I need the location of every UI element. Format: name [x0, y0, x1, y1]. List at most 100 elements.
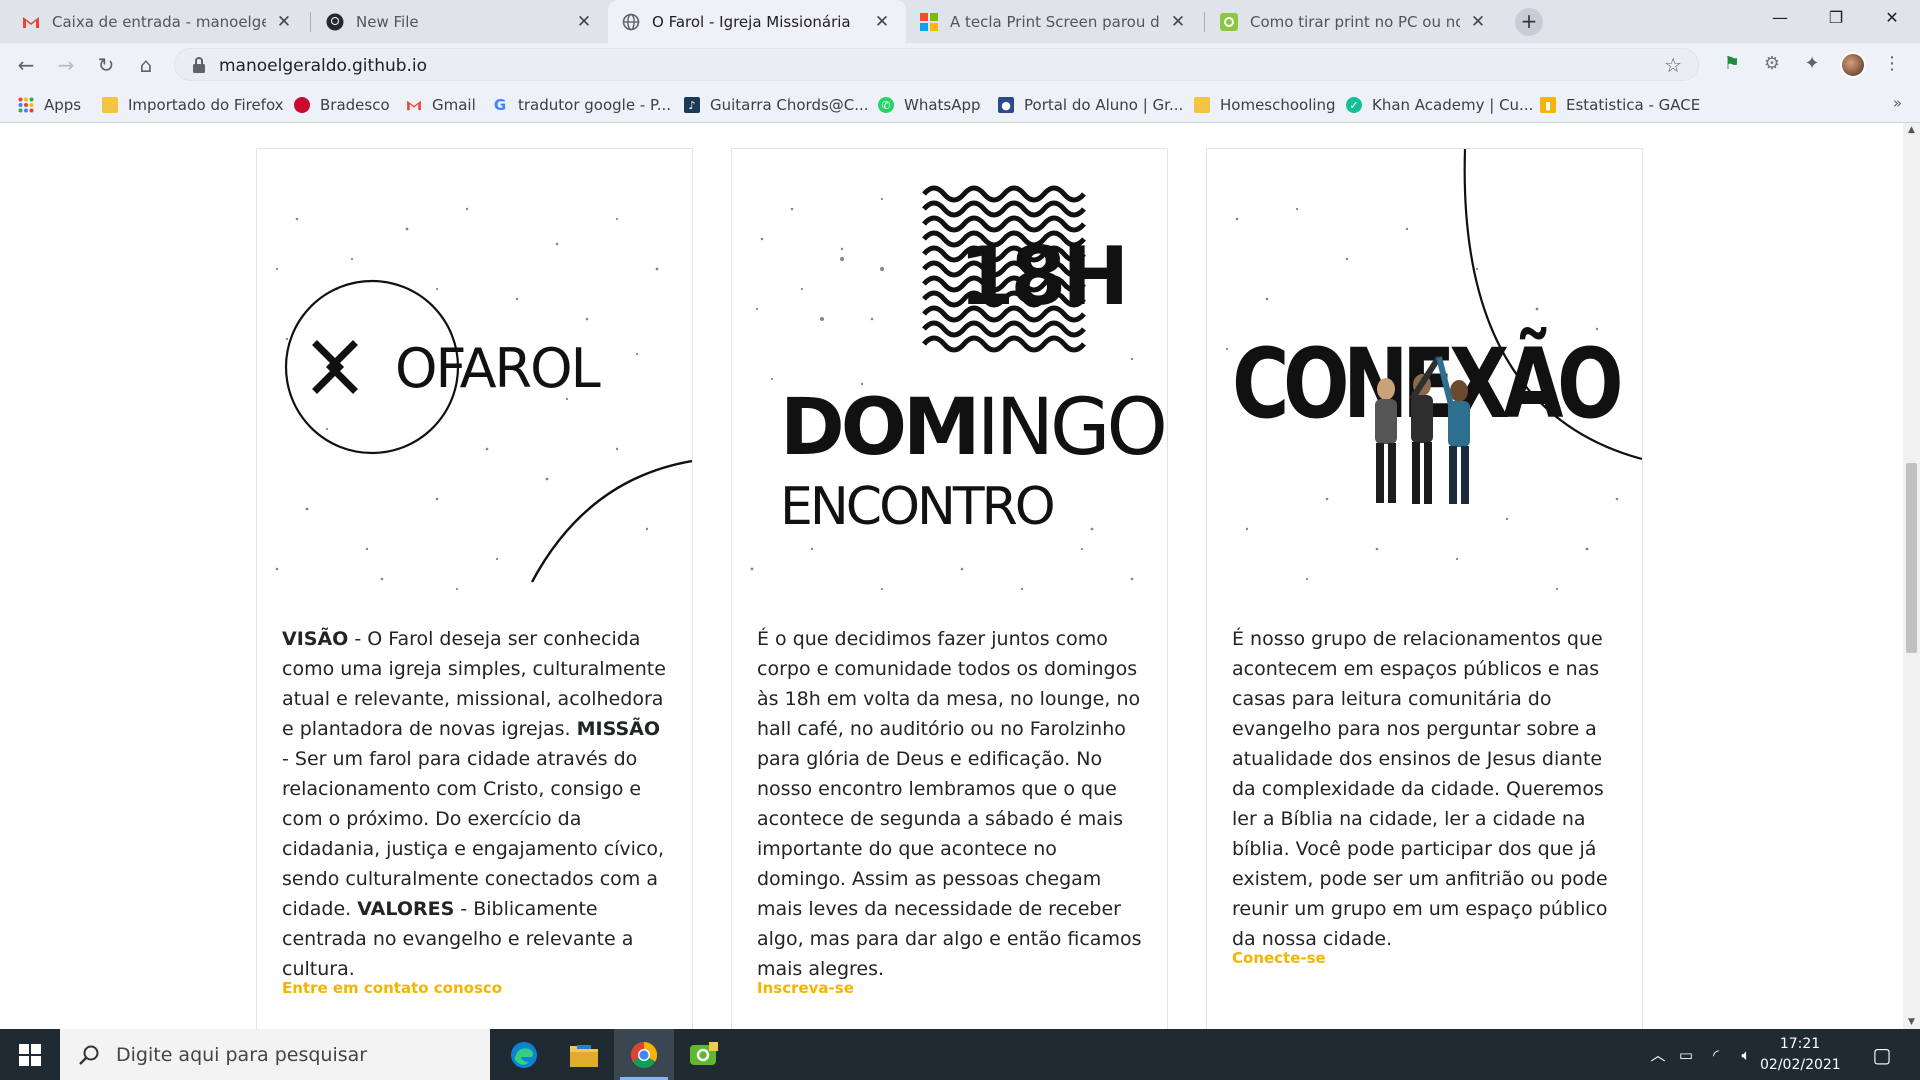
bookmark-apps[interactable]: Apps	[18, 94, 81, 116]
globe-icon	[622, 13, 640, 31]
bookmark-label: WhatsApp	[904, 96, 981, 114]
bookmark-label: Estatistica - GACE	[1566, 96, 1701, 114]
new-tab-button[interactable]: +	[1515, 8, 1543, 36]
browser-toolbar: ← → ↻ ⌂ manoelgeraldo.github.io ☆ ⚑ ⚙ ✦ …	[0, 43, 1920, 86]
bookmark-bradesco[interactable]: Bradesco	[294, 94, 390, 116]
tab-title: O Farol - Igreja Missionária	[652, 12, 851, 31]
bookmark-khan-academy[interactable]: ✓ Khan Academy | Cu...	[1346, 94, 1533, 116]
home-button[interactable]: ⌂	[132, 51, 160, 79]
portal-icon: ●	[998, 97, 1014, 113]
card-image-conexao: CONEXÃO	[1207, 149, 1642, 599]
taskbar-greenshot[interactable]	[674, 1029, 734, 1080]
chrome-icon	[630, 1041, 658, 1068]
bookmark-importado-firefox[interactable]: Importado do Firefox	[102, 94, 284, 116]
tab-github[interactable]: New File ✕	[312, 0, 608, 43]
battery-icon[interactable]: ▭	[1671, 1046, 1701, 1064]
menu-kebab-icon[interactable]: ⋮	[1880, 52, 1904, 76]
guitar-icon: ♪	[684, 97, 700, 113]
taskbar-search-box[interactable]: Digite aqui para pesquisar	[60, 1029, 490, 1080]
bookmark-estatistica[interactable]: ▮ Estatistica - GACE	[1540, 94, 1700, 116]
close-tab-icon[interactable]: ✕	[574, 12, 594, 32]
minimize-button[interactable]: —	[1752, 0, 1808, 36]
url-text: manoelgeraldo.github.io	[219, 56, 428, 76]
taskbar-chrome[interactable]	[614, 1029, 674, 1080]
wifi-icon[interactable]: ◜	[1701, 1046, 1731, 1064]
close-tab-icon[interactable]: ✕	[872, 12, 892, 32]
profile-avatar[interactable]	[1840, 52, 1866, 78]
bookmark-label: Portal do Aluno | Gr...	[1024, 96, 1184, 114]
bookmark-label: Khan Academy | Cu...	[1372, 96, 1534, 114]
taskbar-edge[interactable]	[494, 1029, 554, 1080]
lock-icon	[193, 57, 205, 73]
bookmark-label: Importado do Firefox	[128, 96, 284, 114]
khan-icon: ✓	[1346, 97, 1362, 113]
bookmark-label: Apps	[44, 96, 82, 114]
folder-icon	[1194, 97, 1210, 113]
contact-us-link[interactable]: Entre em contato conosco	[282, 979, 502, 997]
card-text-conexao: É nosso grupo de relacionamentos que aco…	[1232, 624, 1622, 954]
bookmarks-overflow-icon[interactable]: »	[1893, 94, 1902, 112]
close-tab-icon[interactable]: ✕	[1168, 12, 1188, 32]
domingo-bold-part: DOM	[780, 383, 977, 473]
apps-grid-icon	[18, 97, 34, 113]
time-18h-text: 18H	[959, 230, 1125, 323]
tab-print-screen[interactable]: A tecla Print Screen parou de fun ✕	[906, 0, 1202, 43]
card-image-domingo: 18H DOMINGO. ENCONTRO	[732, 149, 1167, 599]
taskbar-clock[interactable]: 17:21 02/02/2021	[1760, 1034, 1841, 1076]
close-tab-icon[interactable]: ✕	[274, 12, 294, 32]
tab-separator	[1204, 12, 1205, 32]
address-bar[interactable]: manoelgeraldo.github.io ☆	[174, 48, 1699, 81]
tab-title: Caixa de entrada - manoelgeraldo	[52, 12, 266, 31]
bookmark-homeschooling[interactable]: Homeschooling	[1194, 94, 1336, 116]
close-tab-icon[interactable]: ✕	[1468, 12, 1488, 32]
cross-logo-icon	[312, 340, 358, 394]
system-tray: ︿ ▭ ◜ 🔈︎	[1645, 1029, 1761, 1080]
conexao-description: É nosso grupo de relacionamentos que aco…	[1232, 628, 1608, 950]
bradesco-icon	[294, 97, 310, 113]
bookmark-whatsapp[interactable]: ✆ WhatsApp	[878, 94, 981, 116]
bookmark-label: Guitarra Chords@C...	[710, 96, 869, 114]
bookmark-portal-aluno[interactable]: ● Portal do Aluno | Gr...	[998, 94, 1183, 116]
bookmark-tradutor[interactable]: G tradutor google - P...	[492, 94, 671, 116]
bookmarks-bar: Apps Importado do Firefox Bradesco Gmail…	[0, 86, 1920, 123]
card-domingo: 18H DOMINGO. ENCONTRO É o que decidimos …	[731, 148, 1168, 1029]
forward-button[interactable]: →	[52, 51, 80, 79]
extension-gear-icon[interactable]: ⚙	[1760, 52, 1784, 76]
scroll-up-arrow-icon[interactable]: ▲	[1903, 125, 1920, 135]
bookmark-label: Gmail	[432, 96, 476, 114]
volume-icon[interactable]: 🔈︎	[1731, 1046, 1761, 1064]
domingo-text: DOMINGO.	[780, 383, 1167, 473]
windows-logo-icon	[19, 1043, 41, 1066]
missao-text: - Ser um farol para cidade através do re…	[282, 748, 665, 920]
connect-link[interactable]: Conecte-se	[1232, 949, 1326, 967]
scrollbar-thumb[interactable]	[1906, 463, 1917, 653]
tab-como-tirar-print[interactable]: Como tirar print no PC ou notebook ✕	[1206, 0, 1502, 43]
bookmark-label: tradutor google - P...	[518, 96, 672, 114]
taskbar-file-explorer[interactable]	[554, 1029, 614, 1080]
tab-title: New File	[356, 12, 419, 31]
notifications-icon[interactable]: ▢	[1862, 1029, 1902, 1080]
bookmark-gmail[interactable]: Gmail	[406, 94, 476, 116]
subscribe-link[interactable]: Inscreva-se	[757, 979, 854, 997]
extension-pin-icon[interactable]: ⚑	[1720, 52, 1744, 76]
window-close-button[interactable]: ✕	[1864, 0, 1920, 36]
gmail-icon	[22, 13, 40, 31]
show-hidden-icons-icon[interactable]: ︿	[1645, 1044, 1671, 1065]
start-button[interactable]	[0, 1029, 60, 1080]
extensions-puzzle-icon[interactable]: ✦	[1800, 52, 1824, 76]
back-button[interactable]: ←	[12, 51, 40, 79]
scroll-down-arrow-icon[interactable]: ▼	[1903, 1017, 1920, 1027]
reload-button[interactable]: ↻	[92, 51, 120, 79]
whatsapp-icon: ✆	[878, 97, 894, 113]
page-scrollbar[interactable]: ▲ ▼	[1903, 123, 1920, 1029]
tab-gmail[interactable]: Caixa de entrada - manoelgeraldo ✕	[8, 0, 308, 43]
page-content: OFAROL VISÃO - O Farol deseja ser conhec…	[0, 123, 1903, 1029]
restore-button[interactable]: ❐	[1808, 0, 1864, 36]
tab-title: Como tirar print no PC ou notebook	[1250, 12, 1460, 31]
domingo-light-part: INGO.	[977, 383, 1167, 473]
techtudo-icon	[1220, 12, 1238, 31]
bookmark-guitarra[interactable]: ♪ Guitarra Chords@C...	[684, 94, 869, 116]
tab-o-farol[interactable]: O Farol - Igreja Missionária ✕	[608, 0, 906, 43]
bookmark-star-icon[interactable]: ☆	[1664, 53, 1682, 77]
bookmark-label: Homeschooling	[1220, 96, 1336, 114]
